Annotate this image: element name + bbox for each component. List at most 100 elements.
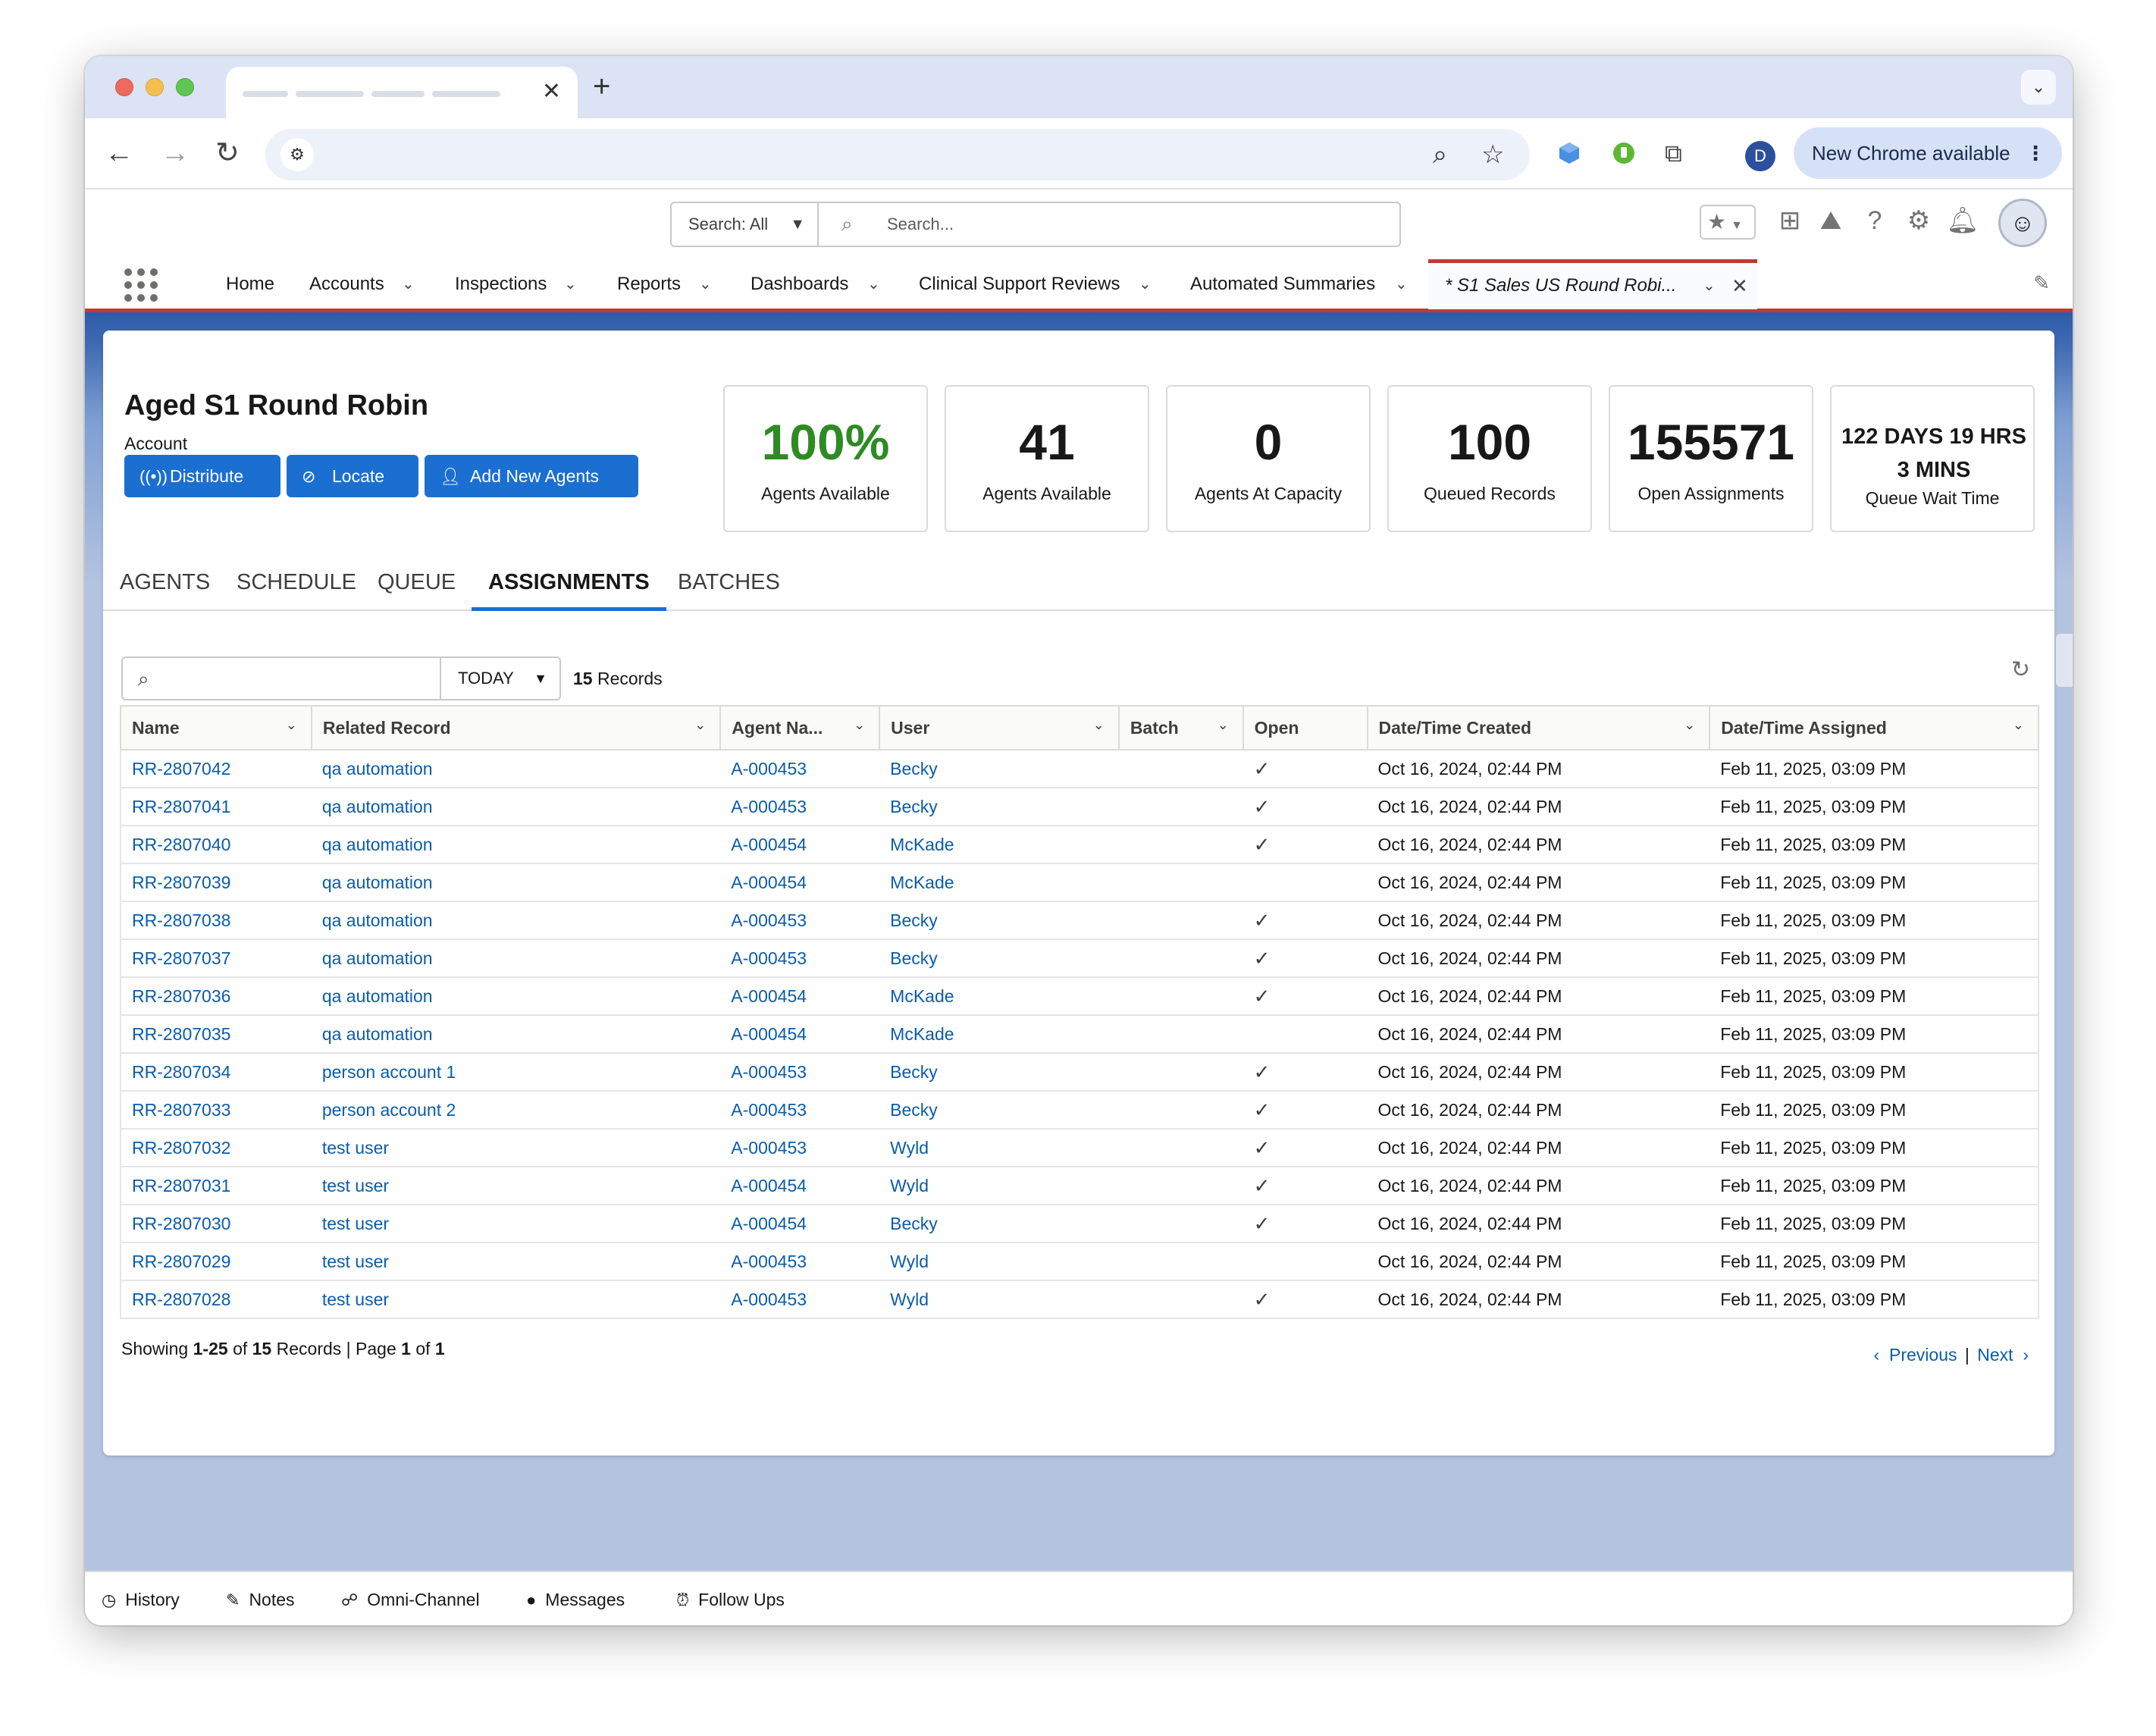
chevron-down-icon[interactable]: ⌄ <box>1217 717 1229 733</box>
cell-related-record[interactable]: person account 2 <box>311 1091 721 1130</box>
chevron-down-icon[interactable]: ⌄ <box>2013 717 2024 733</box>
extensions-puzzle-icon[interactable]: ⧉ <box>1665 135 1682 171</box>
cell-related-record-link[interactable]: qa automation <box>322 986 433 1006</box>
cell-name[interactable]: RR-2807040 <box>120 826 312 864</box>
tab-search-button[interactable]: ⌄ <box>2021 70 2056 105</box>
cell-user[interactable]: Becky <box>879 1205 1119 1243</box>
nav-item-automated-summaries[interactable]: Automated Summaries <box>1190 259 1375 309</box>
cell-related-record[interactable]: qa automation <box>311 977 721 1016</box>
cell-agent-name-link[interactable]: A-000454 <box>731 1024 807 1044</box>
cell-name[interactable]: RR-2807031 <box>120 1167 312 1205</box>
zoom-icon[interactable]: ⌕ <box>1433 139 1447 170</box>
cell-name-link[interactable]: RR-2807034 <box>132 1062 230 1082</box>
chevron-down-icon[interactable]: ⌄ <box>694 717 706 733</box>
search-scope-select[interactable]: Search: All ▼ <box>670 202 819 247</box>
cell-agent-name[interactable]: A-000453 <box>720 1053 880 1092</box>
cell-agent-name-link[interactable]: A-000453 <box>731 1100 807 1120</box>
cell-related-record[interactable]: qa automation <box>311 901 721 940</box>
tab-queue[interactable]: QUEUE <box>361 558 472 611</box>
cell-related-record[interactable]: qa automation <box>311 939 721 978</box>
tab-batches[interactable]: BATCHES <box>661 558 797 611</box>
cell-related-record-link[interactable]: test user <box>322 1289 389 1309</box>
cell-name[interactable]: RR-2807032 <box>120 1129 312 1167</box>
cell-name-link[interactable]: RR-2807032 <box>132 1138 230 1158</box>
locate-button[interactable]: ⊘ Locate <box>287 455 418 497</box>
cell-related-record[interactable]: test user <box>311 1129 721 1167</box>
cell-name[interactable]: RR-2807034 <box>120 1053 312 1092</box>
cell-related-record[interactable]: qa automation <box>311 1015 721 1054</box>
cell-agent-name-link[interactable]: A-000454 <box>731 1176 807 1195</box>
zoom-window-button[interactable] <box>176 78 194 96</box>
side-panel-handle[interactable] <box>2056 634 2073 687</box>
global-actions-icon[interactable]: ⊞ <box>1772 203 1807 238</box>
cell-related-record-link[interactable]: qa automation <box>322 759 433 779</box>
chevron-left-icon[interactable]: ‹ <box>1874 1345 1880 1365</box>
tab-schedule[interactable]: SCHEDULE <box>220 558 373 611</box>
cell-agent-name[interactable]: A-000453 <box>720 1280 880 1319</box>
cell-name[interactable]: RR-2807028 <box>120 1280 312 1319</box>
utility-messages[interactable]: ● Messages <box>526 1572 625 1625</box>
utility-omni-channel[interactable]: ☍ Omni-Channel <box>341 1572 480 1625</box>
cell-agent-name-link[interactable]: A-000453 <box>731 797 807 816</box>
cell-user-link[interactable]: Becky <box>890 910 938 930</box>
table-search-input[interactable] <box>168 666 426 693</box>
bookmark-star-icon[interactable]: ☆ <box>1481 139 1504 170</box>
cell-name[interactable]: RR-2807042 <box>120 750 312 788</box>
cell-related-record[interactable]: test user <box>311 1242 721 1281</box>
cell-name-link[interactable]: RR-2807042 <box>132 759 230 779</box>
chevron-right-icon[interactable]: › <box>2023 1345 2029 1365</box>
cell-name[interactable]: RR-2807029 <box>120 1242 312 1281</box>
nav-item-home[interactable]: Home <box>226 259 274 309</box>
cell-related-record[interactable]: qa automation <box>311 863 721 902</box>
nav-item-reports[interactable]: Reports <box>617 259 681 309</box>
cell-agent-name[interactable]: A-000453 <box>720 939 880 978</box>
chevron-down-icon[interactable]: ⌄ <box>1684 717 1695 733</box>
chevron-down-icon[interactable]: ⌄ <box>564 259 577 309</box>
column-header-related-record[interactable]: Related Record ⌄ <box>311 705 722 750</box>
cell-related-record-link[interactable]: qa automation <box>322 873 433 892</box>
cell-name-link[interactable]: RR-2807037 <box>132 948 230 968</box>
cell-related-record-link[interactable]: person account 1 <box>322 1062 456 1082</box>
cell-name[interactable]: RR-2807035 <box>120 1015 312 1054</box>
chevron-down-icon[interactable]: ⌄ <box>1139 259 1152 309</box>
cell-related-record[interactable]: qa automation <box>311 788 721 826</box>
extension-cube-icon[interactable] <box>1557 141 1581 165</box>
chevron-down-icon[interactable]: ⌄ <box>1395 259 1408 309</box>
chevron-down-icon[interactable]: ⌄ <box>854 717 865 733</box>
cell-user-link[interactable]: Wyld <box>890 1252 929 1271</box>
column-header-date-assigned[interactable]: Date/Time Assigned ⌄ <box>1709 705 2039 750</box>
cell-user[interactable]: Becky <box>879 750 1119 788</box>
column-header-open[interactable]: Open <box>1243 705 1368 750</box>
cell-related-record-link[interactable]: test user <box>322 1176 389 1195</box>
cell-name-link[interactable]: RR-2807033 <box>132 1100 230 1120</box>
cell-agent-name[interactable]: A-000454 <box>720 977 880 1016</box>
cell-agent-name-link[interactable]: A-000454 <box>731 835 807 854</box>
table-search[interactable]: ⌕ <box>121 656 441 700</box>
cell-agent-name[interactable]: A-000453 <box>720 750 880 788</box>
cell-user-link[interactable]: Becky <box>890 948 938 968</box>
cell-name-link[interactable]: RR-2807030 <box>132 1214 230 1233</box>
reload-icon[interactable]: ↻ <box>215 135 240 171</box>
cell-user[interactable]: Becky <box>879 1053 1119 1092</box>
chrome-menu-icon[interactable]: ⋮ <box>2026 127 2045 179</box>
close-tab-icon[interactable]: ✕ <box>542 80 561 103</box>
column-header-user[interactable]: User ⌄ <box>879 705 1120 750</box>
cell-related-record[interactable]: qa automation <box>311 826 721 864</box>
cell-name[interactable]: RR-2807036 <box>120 977 312 1016</box>
address-bar[interactable]: ⚙ ⌕ ☆ <box>265 129 1530 180</box>
cell-agent-name-link[interactable]: A-000453 <box>731 948 807 968</box>
close-icon[interactable]: ✕ <box>1731 263 1748 309</box>
nav-item-active-round-robin[interactable]: * S1 Sales US Round Robi... ⌄ ✕ <box>1428 259 1757 309</box>
cell-name-link[interactable]: RR-2807029 <box>132 1252 230 1271</box>
cell-related-record-link[interactable]: test user <box>322 1252 389 1271</box>
notifications-bell-icon[interactable]: 🔔︎ <box>1945 203 1980 238</box>
cell-user[interactable]: Wyld <box>879 1129 1119 1167</box>
help-icon[interactable]: ? <box>1857 203 1892 238</box>
cell-user[interactable]: Wyld <box>879 1280 1119 1319</box>
column-header-agent-name[interactable]: Agent Na... ⌄ <box>720 705 881 750</box>
cell-user[interactable]: Becky <box>879 1091 1119 1130</box>
cell-user-link[interactable]: Becky <box>890 759 938 779</box>
cell-agent-name[interactable]: A-000454 <box>720 826 880 864</box>
cell-name-link[interactable]: RR-2807036 <box>132 986 230 1006</box>
cell-name-link[interactable]: RR-2807031 <box>132 1176 230 1195</box>
